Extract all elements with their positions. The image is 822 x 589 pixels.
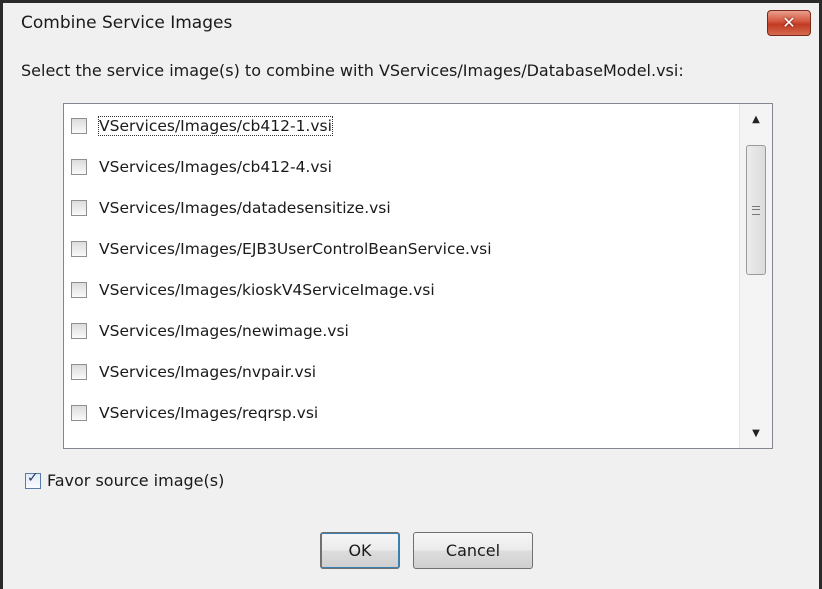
dialog-title: Combine Service Images <box>21 13 233 33</box>
list-item[interactable]: VServices/Images/cb412-4.vsi <box>64 147 740 187</box>
item-checkbox[interactable] <box>71 405 87 421</box>
list-item[interactable]: VServices/Images/datadesensitize.vsi <box>64 188 740 228</box>
title-bar: Combine Service Images ✕ <box>3 3 819 49</box>
item-label: VServices/Images/cb412-1.vsi <box>98 116 333 136</box>
grip-icon <box>752 205 760 215</box>
item-checkbox[interactable] <box>71 200 87 216</box>
scroll-down-icon[interactable]: ▼ <box>740 418 772 448</box>
scrollbar-thumb[interactable] <box>746 145 766 275</box>
combine-service-images-dialog: Combine Service Images ✕ Select the serv… <box>0 0 822 589</box>
item-checkbox[interactable] <box>71 118 87 134</box>
item-label: VServices/Images/cb412-4.vsi <box>99 158 332 176</box>
item-label: VServices/Images/datadesensitize.vsi <box>99 199 391 217</box>
close-button[interactable]: ✕ <box>767 10 811 36</box>
list-item[interactable]: VServices/Images/reqrsp.vsi <box>64 393 740 433</box>
list-item[interactable]: VServices/Images/cb412-1.vsi <box>64 106 740 146</box>
item-label: VServices/Images/reqrsp.vsi <box>99 404 319 422</box>
ok-button[interactable]: OK <box>320 532 400 569</box>
item-label: VServices/Images/kioskV4ServiceImage.vsi <box>99 281 435 299</box>
item-checkbox[interactable] <box>71 323 87 339</box>
favor-source-option[interactable]: ✓ Favor source image(s) <box>25 471 224 490</box>
vertical-scrollbar[interactable]: ▲ ▼ <box>739 104 772 448</box>
item-checkbox[interactable] <box>71 241 87 257</box>
list-item[interactable]: VServices/Images/EJB3UserControlBeanServ… <box>64 229 740 269</box>
item-checkbox[interactable] <box>71 364 87 380</box>
item-label: VServices/Images/newimage.vsi <box>99 322 349 340</box>
list-items-viewport: VServices/Images/cb412-1.vsi VServices/I… <box>64 104 740 448</box>
close-icon: ✕ <box>782 13 796 32</box>
item-checkbox[interactable] <box>71 282 87 298</box>
favor-source-label: Favor source image(s) <box>47 471 225 490</box>
cancel-button[interactable]: Cancel <box>413 532 533 569</box>
item-label: VServices/Images/nvpair.vsi <box>99 363 317 381</box>
scroll-up-icon[interactable]: ▲ <box>740 104 772 134</box>
list-item[interactable]: VServices/Images/newimage.vsi <box>64 311 740 351</box>
list-item[interactable]: VServices/Images/nvpair.vsi <box>64 352 740 392</box>
favor-source-checkbox[interactable]: ✓ <box>25 469 41 489</box>
service-image-list[interactable]: VServices/Images/cb412-1.vsi VServices/I… <box>63 103 773 449</box>
list-item[interactable]: VServices/Images/kioskV4ServiceImage.vsi <box>64 270 740 310</box>
item-checkbox[interactable] <box>71 159 87 175</box>
item-label: VServices/Images/EJB3UserControlBeanServ… <box>99 240 492 258</box>
checkmark-icon: ✓ <box>27 469 39 486</box>
instruction-text: Select the service image(s) to combine w… <box>21 61 684 80</box>
